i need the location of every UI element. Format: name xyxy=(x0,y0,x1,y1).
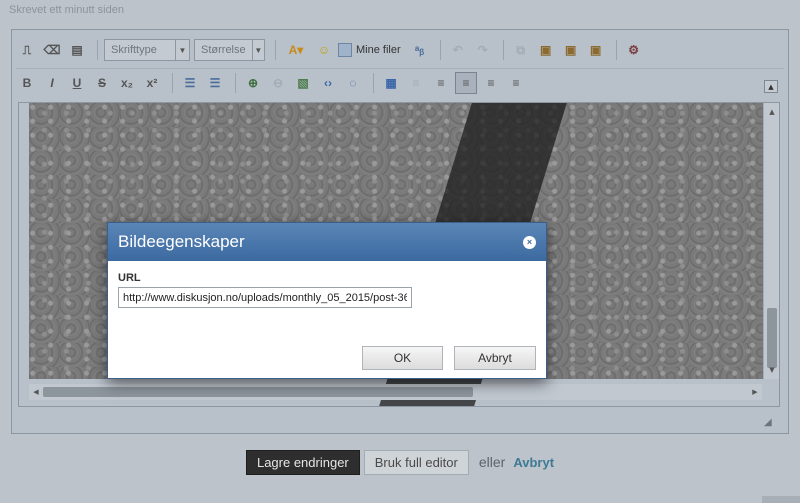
subscript-button[interactable]: x₂ xyxy=(116,72,138,94)
horizontal-scroll-thumb[interactable] xyxy=(43,387,473,397)
paste-word-icon[interactable]: ▣ xyxy=(585,39,607,61)
indent-icon[interactable]: ≡ xyxy=(430,72,452,94)
separator xyxy=(275,40,276,60)
strikethrough-button[interactable]: S xyxy=(91,72,113,94)
outdent-icon[interactable]: ≡ xyxy=(405,72,427,94)
separator xyxy=(439,40,441,60)
quote-icon[interactable]: ◌ xyxy=(342,72,364,94)
vertical-scrollbar[interactable]: ▲ ▼ xyxy=(763,103,779,379)
superscript-button[interactable]: x² xyxy=(141,72,163,94)
font-size-select[interactable]: Størrelse ▼ xyxy=(194,39,265,61)
url-input[interactable] xyxy=(118,287,412,308)
my-files-button[interactable]: Mine filer xyxy=(338,43,401,57)
dialog-header: Bildeegenskaper × xyxy=(108,223,546,261)
italic-button[interactable]: I xyxy=(41,72,63,94)
scroll-down-icon[interactable]: ▼ xyxy=(764,363,779,377)
collapse-toolbar-icon[interactable]: ▲ xyxy=(764,80,778,93)
bulleted-list-icon[interactable]: ☰ xyxy=(204,72,226,94)
text-color-icon[interactable]: A▾ xyxy=(282,39,310,61)
horizontal-scrollbar[interactable]: ◀ ▶ xyxy=(29,384,762,400)
table-icon[interactable]: ▤ xyxy=(66,39,88,61)
font-family-select[interactable]: Skrifttype ▼ xyxy=(104,39,190,61)
files-icon xyxy=(338,43,352,57)
redo-icon[interactable]: ↷ xyxy=(472,39,494,61)
or-text: eller xyxy=(478,454,506,470)
undo-icon[interactable]: ↶ xyxy=(447,39,469,61)
spellcheck-icon[interactable]: ᵃᵦ xyxy=(409,39,431,61)
chevron-down-icon: ▼ xyxy=(175,40,189,60)
toolbar-row-2: B I U S x₂ x² ☰ ☰ ⊕ ⊖ ▧ ‹› ◌ ▦ ≡ ≡ ≡ ≡ ≡ xyxy=(16,69,784,97)
image-properties-dialog: Bildeegenskaper × URL OK Avbryt xyxy=(107,222,547,379)
chevron-down-icon: ▼ xyxy=(251,40,264,60)
numbered-list-icon[interactable]: ☰ xyxy=(179,72,201,94)
corner-decoration xyxy=(762,496,800,503)
find-icon[interactable]: ⚙ xyxy=(623,39,645,61)
link-icon[interactable]: ⊕ xyxy=(242,72,264,94)
font-size-label: Størrelse xyxy=(201,44,246,56)
action-bar: Lagre endringer Bruk full editor eller A… xyxy=(0,437,800,487)
timestamp: Skrevet ett minutt siden xyxy=(9,4,124,16)
copy-icon[interactable]: ⧉ xyxy=(510,39,532,61)
dialog-title: Bildeegenskaper xyxy=(118,232,245,251)
bold-button[interactable]: B xyxy=(16,72,38,94)
separator xyxy=(235,73,236,93)
dialog-cancel-button[interactable]: Avbryt xyxy=(454,346,536,370)
image-icon[interactable]: ▧ xyxy=(292,72,314,94)
align-center-icon[interactable]: ≡ xyxy=(480,72,502,94)
toolbar-row-1: ⎍ ⌫ ▤ Skrifttype ▼ Størrelse ▼ A▾ ☺ Mine… xyxy=(16,36,784,64)
resize-grip-icon[interactable]: ◢ xyxy=(764,417,776,429)
separator xyxy=(97,40,98,60)
font-family-label: Skrifttype xyxy=(111,44,157,56)
scroll-up-icon[interactable]: ▲ xyxy=(764,105,779,119)
ok-button[interactable]: OK xyxy=(362,346,443,370)
scroll-left-icon[interactable]: ◀ xyxy=(29,384,43,400)
emoticon-icon[interactable]: ☺ xyxy=(313,39,335,61)
separator xyxy=(172,73,173,93)
vertical-scroll-thumb[interactable] xyxy=(767,308,777,368)
scroll-right-icon[interactable]: ▶ xyxy=(748,384,762,400)
underline-button[interactable]: U xyxy=(66,72,88,94)
separator xyxy=(502,40,504,60)
code-icon[interactable]: ‹› xyxy=(317,72,339,94)
separator xyxy=(615,40,617,60)
align-left-icon[interactable]: ≡ xyxy=(455,72,477,94)
paste-icon[interactable]: ▣ xyxy=(535,39,557,61)
close-icon[interactable]: × xyxy=(523,235,536,249)
cancel-link[interactable]: Avbryt xyxy=(513,455,554,470)
separator xyxy=(373,73,374,93)
url-label: URL xyxy=(118,272,141,284)
spoiler-icon[interactable]: ▦ xyxy=(380,72,402,94)
my-files-label: Mine filer xyxy=(356,44,401,56)
source-icon[interactable]: ⎍ xyxy=(16,39,38,61)
unlink-icon[interactable]: ⊖ xyxy=(267,72,289,94)
eraser-icon[interactable]: ⌫ xyxy=(41,39,63,61)
paste-text-icon[interactable]: ▣ xyxy=(560,39,582,61)
align-right-icon[interactable]: ≡ xyxy=(505,72,527,94)
save-changes-button[interactable]: Lagre endringer xyxy=(245,449,360,475)
full-editor-button[interactable]: Bruk full editor xyxy=(363,449,469,475)
